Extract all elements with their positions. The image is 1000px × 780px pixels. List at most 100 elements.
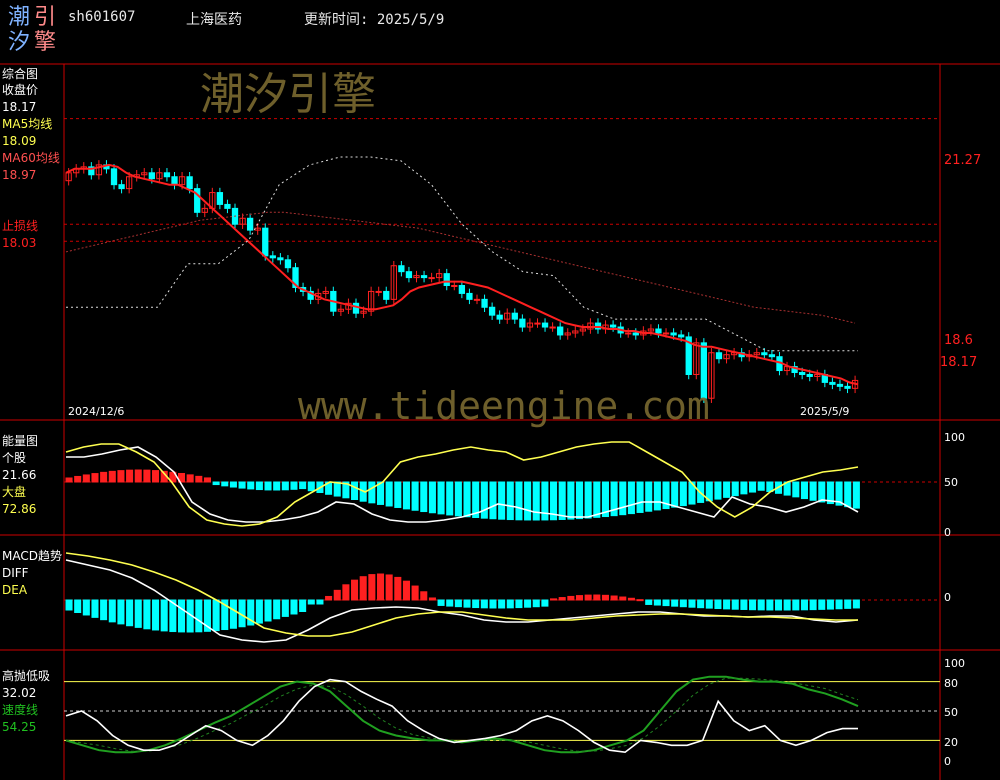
ma60-value: 18.97 [2, 168, 37, 182]
macd-bar [212, 599, 220, 632]
energy-bar [489, 481, 497, 520]
candle [799, 372, 806, 375]
candle [549, 326, 556, 329]
energy-bar [515, 481, 523, 521]
candle [662, 332, 670, 335]
candle [715, 352, 723, 360]
start-date: 2024/12/6 [68, 405, 125, 418]
hl-tick-100: 100 [944, 657, 965, 670]
candle [428, 277, 435, 280]
macd-bar [108, 599, 116, 623]
energy-bar [74, 475, 82, 483]
candle [443, 273, 450, 287]
macd-bar [273, 599, 281, 620]
macd-bar [290, 599, 298, 615]
macd-bar [385, 574, 393, 601]
hl-tick-50: 50 [944, 706, 958, 719]
energy-bar [143, 469, 151, 483]
macd-bar [826, 599, 834, 610]
hl-tick-20: 20 [944, 736, 958, 749]
macd-bar [627, 597, 635, 601]
macd-bar [177, 599, 186, 633]
energy-bar [264, 481, 272, 491]
macd-bar [152, 599, 160, 631]
candle [224, 203, 231, 209]
candle [284, 259, 292, 269]
macd-bar [679, 599, 687, 608]
macd-bar [783, 599, 791, 611]
candle [632, 332, 639, 336]
energy-bar [394, 481, 402, 508]
candle [473, 298, 481, 301]
energy-bar [593, 481, 601, 518]
macd-bar [532, 599, 540, 608]
energy-bar [653, 481, 661, 511]
macd-bar [558, 597, 566, 601]
candle [451, 285, 458, 288]
candle [496, 314, 503, 320]
candle [678, 334, 685, 338]
macd-bar [255, 599, 263, 624]
macd-bar [506, 599, 514, 609]
candle [655, 328, 662, 334]
energy-bar [281, 481, 289, 491]
candle [511, 312, 518, 320]
macd-bar [264, 599, 272, 622]
hl-tick-80: 80 [944, 677, 958, 690]
candle [488, 306, 496, 316]
candle [262, 227, 269, 257]
stop-label: 止损线 [2, 219, 39, 233]
macd-bar [593, 594, 601, 601]
stop-line [66, 156, 858, 352]
energy-bar [749, 481, 757, 493]
macd-bar [143, 599, 151, 630]
energy-bar [100, 471, 108, 483]
diff-label: DIFF [2, 566, 29, 580]
macd-bar [299, 599, 307, 613]
energy-bar [584, 481, 592, 519]
candle [420, 275, 428, 279]
candle [609, 324, 617, 328]
price-panel-title: 综合图 [2, 67, 39, 81]
energy-market-value: 72.86 [2, 502, 37, 516]
macd-bar [411, 585, 419, 601]
macd-bar [100, 599, 108, 621]
macd-bar [91, 599, 99, 618]
candle [557, 326, 564, 336]
energy-bar [454, 481, 462, 517]
energy-bar [498, 481, 506, 520]
energy-bar [238, 481, 246, 489]
energy-bar [65, 477, 73, 483]
energy-bar [532, 481, 540, 521]
energy-bar [134, 469, 142, 483]
macd-bar [117, 599, 125, 625]
macd-bar [368, 574, 376, 601]
macd-bar [662, 599, 670, 607]
candle [148, 172, 155, 180]
energy-bar [255, 481, 263, 491]
macd-bar [809, 599, 817, 611]
macd-bar [229, 599, 237, 629]
energy-bar [212, 481, 220, 486]
macd-bar [601, 594, 609, 601]
macd-bar [359, 576, 367, 601]
energy-bar [186, 474, 194, 483]
ma5-label: MA5均线 [2, 117, 53, 131]
macd-bar [610, 595, 618, 601]
level-2-label: 18.6 [944, 333, 973, 348]
ma60-label: MA60均线 [2, 151, 60, 165]
candle [110, 168, 118, 186]
energy-stock-label: 个股 [2, 451, 27, 465]
close-value: 18.17 [2, 100, 37, 114]
energy-bar [818, 481, 826, 503]
energy-bar [524, 481, 532, 521]
macd-bar [82, 599, 90, 616]
energy-bar [108, 470, 116, 483]
energy-bar [290, 481, 298, 490]
macd-bar [472, 599, 480, 609]
macd-bar [550, 598, 558, 601]
macd-bar [697, 599, 705, 609]
macd-bar [454, 599, 462, 608]
macd-bar [489, 599, 497, 609]
candle [466, 292, 473, 300]
